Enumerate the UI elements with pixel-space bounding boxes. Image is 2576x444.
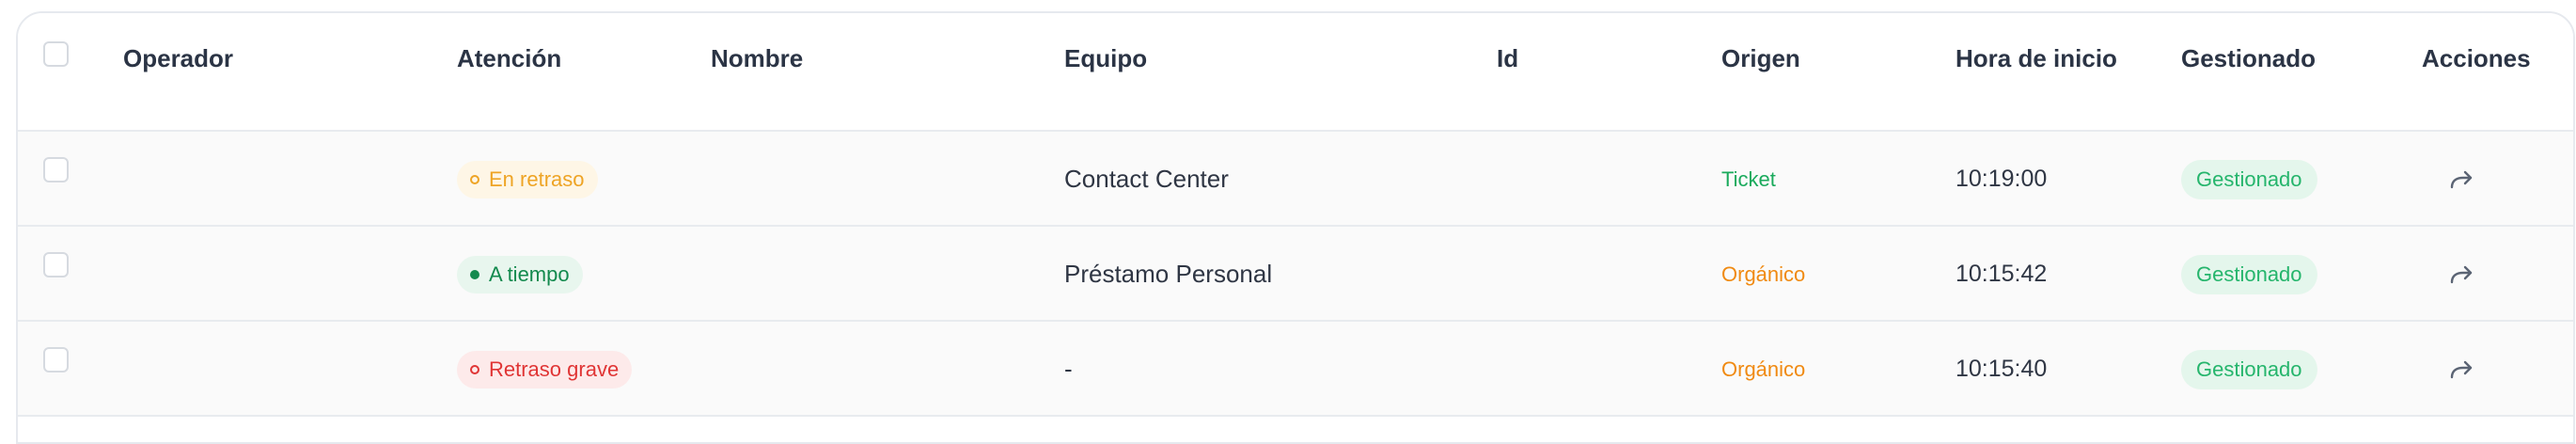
select-all-checkbox[interactable] xyxy=(43,40,69,67)
header-attention[interactable]: Atención xyxy=(457,13,561,103)
select-all-cell xyxy=(43,13,69,94)
attention-badge: A tiempo xyxy=(457,255,583,293)
start-time-value: 10:19:00 xyxy=(1956,166,2048,192)
row-select-cell xyxy=(43,322,69,397)
header-id[interactable]: Id xyxy=(1497,13,1518,103)
team-value: - xyxy=(1064,355,1073,383)
origin-value: Orgánico xyxy=(1721,357,1806,381)
header-name[interactable]: Nombre xyxy=(711,13,803,103)
start-time-value: 10:15:40 xyxy=(1956,356,2048,382)
attention-badge: En retraso xyxy=(457,160,598,198)
actions-cell xyxy=(2442,322,2480,417)
origin-value: Ticket xyxy=(1721,166,1776,191)
start-time-value: 10:15:42 xyxy=(1956,261,2048,287)
actions-cell xyxy=(2442,227,2480,322)
forward-arrow-icon[interactable] xyxy=(2442,351,2480,388)
origin-value: Orgánico xyxy=(1721,262,1806,286)
actions-cell xyxy=(2442,132,2480,227)
attention-label: Retraso grave xyxy=(489,357,620,381)
row-checkbox[interactable] xyxy=(43,251,69,278)
header-origin[interactable]: Origen xyxy=(1721,13,1800,103)
managed-badge: Gestionado xyxy=(2181,349,2317,389)
attention-label: A tiempo xyxy=(489,262,570,286)
managed-cell: Gestionado xyxy=(2181,227,2317,322)
table-row[interactable]: A tiempo Préstamo Personal Orgánico 10:1… xyxy=(18,227,2573,322)
managed-cell: Gestionado xyxy=(2181,132,2317,227)
header-operator[interactable]: Operador xyxy=(123,13,233,103)
table-row[interactable]: En retraso Contact Center Ticket 10:19:0… xyxy=(18,132,2573,227)
attention-cell: En retraso xyxy=(457,132,598,227)
records-table: Operador Atención Nombre Equipo Id Orige… xyxy=(16,11,2575,444)
header-managed[interactable]: Gestionado xyxy=(2181,13,2316,103)
forward-arrow-icon[interactable] xyxy=(2442,256,2480,293)
attention-label: En retraso xyxy=(489,166,585,191)
row-select-cell xyxy=(43,227,69,302)
row-checkbox[interactable] xyxy=(43,156,69,182)
attention-cell: A tiempo xyxy=(457,227,583,322)
managed-badge: Gestionado xyxy=(2181,254,2317,294)
status-dot-icon xyxy=(470,269,479,279)
header-start-time[interactable]: Hora de inicio xyxy=(1956,13,2117,103)
header-team[interactable]: Equipo xyxy=(1064,13,1147,103)
header-actions: Acciones xyxy=(2422,43,2531,72)
managed-badge: Gestionado xyxy=(2181,159,2317,199)
team-value: Préstamo Personal xyxy=(1064,260,1273,288)
attention-cell: Retraso grave xyxy=(457,322,633,417)
team-value: Contact Center xyxy=(1064,165,1229,193)
row-select-cell xyxy=(43,132,69,207)
table-header-row: Operador Atención Nombre Equipo Id Orige… xyxy=(18,13,2573,132)
attention-badge: Retraso grave xyxy=(457,350,633,388)
managed-cell: Gestionado xyxy=(2181,322,2317,417)
status-dot-icon xyxy=(470,364,479,374)
status-dot-icon xyxy=(470,174,479,184)
table-row[interactable]: Retraso grave - Orgánico 10:15:40 Gestio… xyxy=(18,322,2573,417)
row-checkbox[interactable] xyxy=(43,346,69,373)
forward-arrow-icon[interactable] xyxy=(2442,161,2480,198)
